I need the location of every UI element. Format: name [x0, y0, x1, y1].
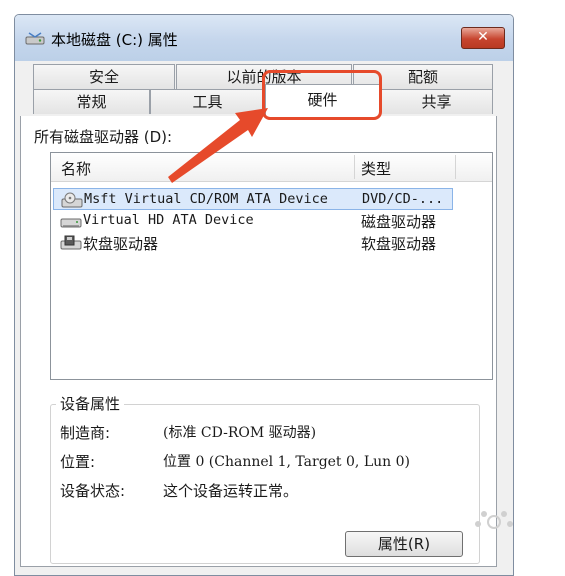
list-header: 名称 类型	[51, 153, 492, 182]
device-name: 软盘驱动器	[83, 235, 159, 253]
device-type: 软盘驱动器	[361, 235, 437, 253]
manufacturer-label: 制造商:	[60, 424, 111, 442]
column-divider[interactable]	[354, 155, 355, 179]
column-divider[interactable]	[455, 155, 456, 179]
drives-list[interactable]: 名称 类型 Msft Virtual CD/ROM ATA Device DVD…	[50, 152, 493, 380]
column-header-type[interactable]: 类型	[361, 158, 391, 179]
location-label: 位置:	[60, 453, 96, 471]
device-name: Virtual HD ATA Device	[83, 212, 254, 228]
tab-security[interactable]: 安全	[33, 64, 175, 89]
tab-tools[interactable]: 工具	[150, 89, 265, 114]
device-status-label: 设备状态:	[60, 482, 126, 500]
window-title: 本地磁盘 (C:) 属性	[51, 31, 178, 49]
annotation-highlight	[262, 70, 382, 120]
all-drives-label: 所有磁盘驱动器 (D):	[34, 128, 173, 146]
column-header-name[interactable]: 名称	[61, 158, 91, 179]
tab-sharing[interactable]: 共享	[380, 89, 493, 114]
list-item[interactable]: 软盘驱动器 软盘驱动器	[53, 232, 453, 254]
title-bar[interactable]: 本地磁盘 (C:) 属性 ✕	[15, 15, 513, 61]
cdrom-icon	[61, 192, 83, 208]
device-type: DVD/CD-...	[362, 191, 444, 207]
floppy-drive-icon	[60, 235, 82, 250]
watermark-logo	[475, 511, 513, 529]
manufacturer-value: (标准 CD-ROM 驱动器)	[163, 425, 317, 441]
device-properties-title: 设备属性	[56, 393, 125, 414]
location-value: 位置 0 (Channel 1, Target 0, Lun 0)	[163, 454, 410, 470]
list-item[interactable]: Msft Virtual CD/ROM ATA Device DVD/CD-..…	[53, 188, 453, 210]
device-name: Msft Virtual CD/ROM ATA Device	[84, 191, 328, 207]
device-status-value: 这个设备运转正常。	[163, 482, 299, 500]
device-type: 磁盘驱动器	[361, 213, 437, 231]
drive-icon	[25, 32, 45, 45]
close-icon: ✕	[477, 29, 489, 45]
tab-general[interactable]: 常规	[33, 89, 150, 114]
hard-disk-icon	[60, 218, 82, 228]
close-button[interactable]: ✕	[461, 27, 505, 49]
list-item[interactable]: Virtual HD ATA Device 磁盘驱动器	[53, 210, 453, 232]
